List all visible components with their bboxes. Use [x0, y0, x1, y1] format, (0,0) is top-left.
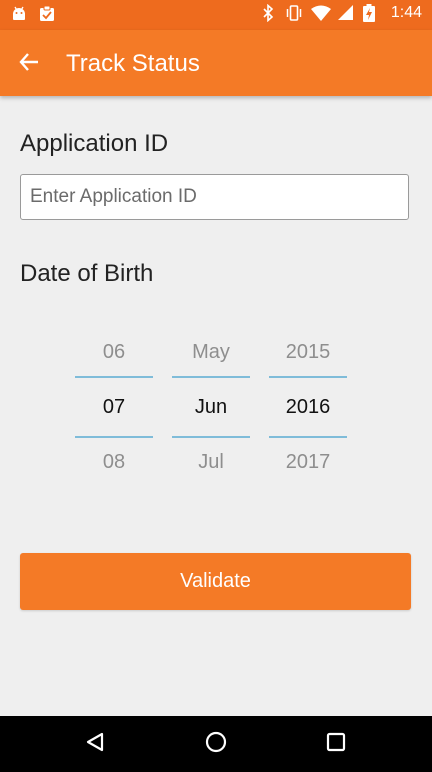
recents-square-icon: [325, 731, 347, 758]
date-of-birth-label: Date of Birth: [20, 260, 154, 287]
picker-divider: [172, 376, 250, 378]
month-picker[interactable]: May Jun Jul: [172, 330, 250, 490]
app-bar: Track Status: [0, 30, 432, 96]
page-title: Track Status: [66, 50, 200, 77]
year-selected-option[interactable]: 2016: [269, 396, 347, 419]
screen: 1:44 Track Status Application ID Date of…: [0, 0, 432, 772]
bluetooth-icon: [259, 3, 277, 23]
status-bar: 1:44: [0, 0, 432, 30]
day-picker[interactable]: 06 07 08: [75, 330, 153, 490]
picker-divider: [75, 436, 153, 438]
picker-divider: [172, 436, 250, 438]
day-next-option[interactable]: 08: [75, 451, 153, 474]
month-prev-option[interactable]: May: [172, 341, 250, 364]
wifi-icon: [310, 4, 331, 22]
status-time: 1:44: [390, 4, 422, 21]
year-prev-option[interactable]: 2015: [269, 341, 347, 364]
status-left-icons: [10, 5, 56, 23]
battery-charging-icon: [362, 4, 381, 22]
navigation-bar: [0, 716, 432, 772]
signal-icon: [337, 4, 355, 22]
picker-divider: [269, 436, 347, 438]
picker-divider: [75, 376, 153, 378]
year-picker[interactable]: 2015 2016 2017: [269, 330, 347, 490]
application-id-field-container: [20, 174, 409, 220]
vibrate-icon: [285, 4, 303, 22]
application-id-label: Application ID: [20, 130, 169, 157]
nav-back-button[interactable]: [80, 729, 110, 759]
picker-divider: [269, 376, 347, 378]
year-next-option[interactable]: 2017: [269, 451, 347, 474]
day-selected-option[interactable]: 07: [75, 396, 153, 419]
home-circle-icon: [204, 730, 228, 759]
status-right-icons: 1:44: [259, 3, 422, 23]
month-selected-option[interactable]: Jun: [172, 396, 250, 419]
back-triangle-icon: [84, 731, 106, 758]
nav-recents-button[interactable]: [321, 729, 351, 759]
month-next-option[interactable]: Jul: [172, 451, 250, 474]
android-icon: [10, 5, 28, 23]
application-id-input[interactable]: [21, 175, 408, 219]
nav-home-button[interactable]: [201, 729, 231, 759]
arrow-left-icon: [18, 51, 40, 78]
validate-button[interactable]: Validate: [20, 553, 411, 610]
clipboard-check-icon: [38, 5, 56, 23]
back-button[interactable]: [14, 49, 44, 79]
day-prev-option[interactable]: 06: [75, 341, 153, 364]
